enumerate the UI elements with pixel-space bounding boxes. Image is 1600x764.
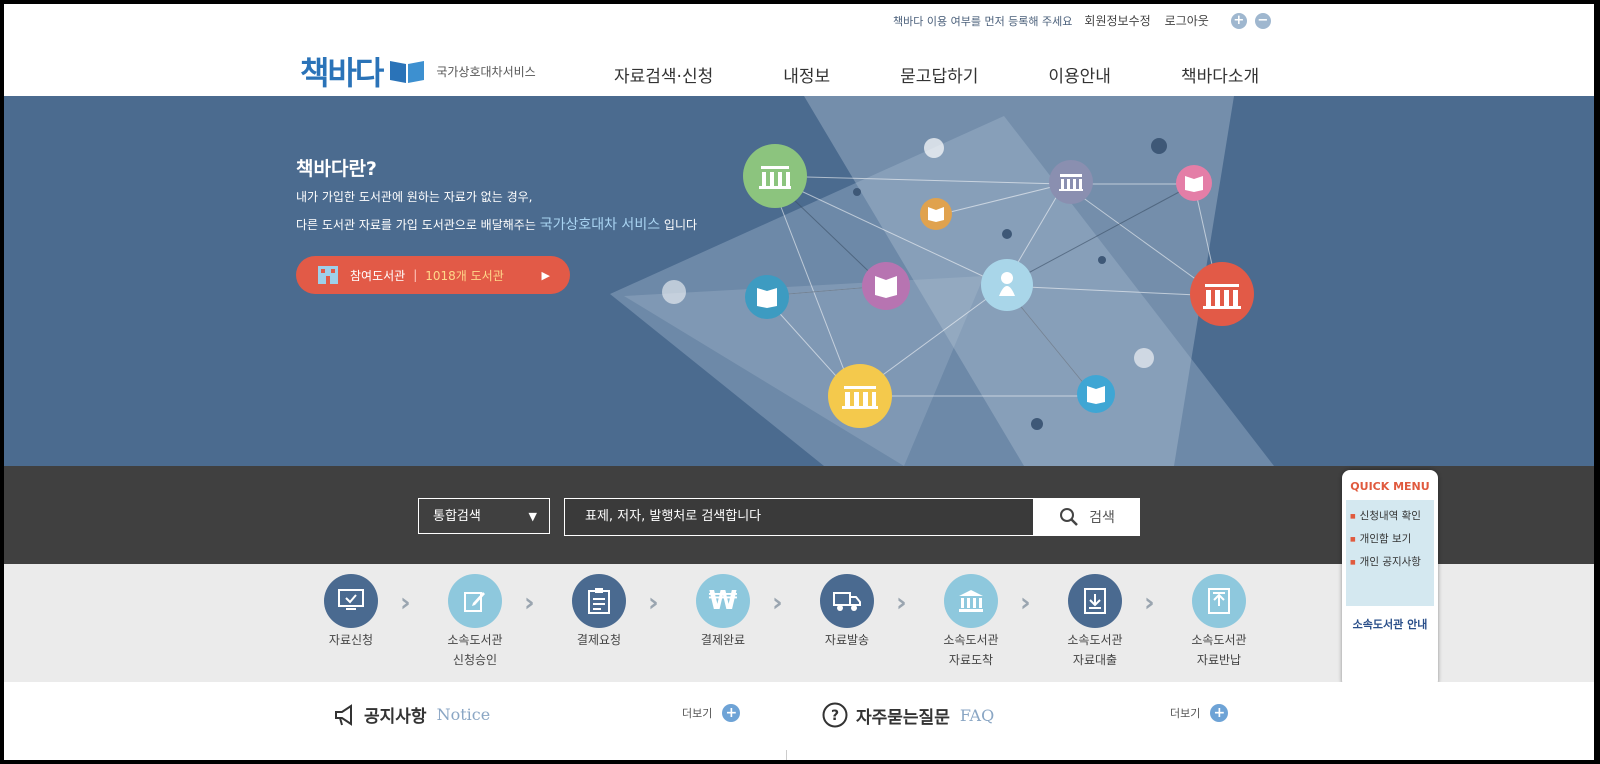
question-icon: ? — [822, 702, 848, 728]
notice-more-label: 더보기 — [682, 707, 713, 720]
step-label: 자료신청 — [328, 633, 374, 647]
chevron-right-icon: › — [400, 588, 411, 618]
notice-title-en: Notice — [436, 705, 491, 724]
search-button[interactable]: 검색 — [1034, 498, 1140, 536]
hero-description-line1: 내가 가입한 도서관에 원하는 자료가 없는 경우, — [296, 190, 533, 204]
notice-heading: 공지사항 Notice — [334, 702, 490, 727]
search-type-value: 통합검색 — [433, 509, 481, 524]
step-return[interactable]: 소속도서관 자료반납 — [1164, 574, 1274, 668]
faq-title: 자주묻는질문 — [856, 707, 950, 728]
upload-box-icon — [1192, 574, 1246, 628]
step-label-2: 신청승인 — [452, 653, 498, 667]
top-notice: 책바다 이용 여부를 먼저 등록해 주세요 — [893, 14, 1073, 28]
monitor-check-icon — [324, 574, 378, 628]
step-label: 자료발송 — [824, 633, 870, 647]
hero-desc2-highlight: 국가상호대차 서비스 — [539, 217, 661, 233]
zoom-in-button[interactable]: + — [1230, 12, 1247, 29]
quick-item-requests[interactable]: 신청내역 확인 — [1350, 508, 1434, 523]
search-icon — [1060, 508, 1078, 526]
nav-item-myinfo[interactable]: 내정보 — [783, 62, 830, 87]
logo-subtitle: 국가상호대차서비스 — [436, 64, 536, 79]
truck-icon — [820, 574, 874, 628]
book-logo-icon — [390, 61, 425, 83]
hero-desc2-post: 입니다 — [663, 218, 698, 232]
megaphone-icon — [335, 703, 352, 726]
step-label: 소속도서관 — [1191, 633, 1247, 647]
step-label: 결제완료 — [700, 633, 746, 647]
chevron-right-icon: › — [648, 588, 659, 618]
step-loan[interactable]: 소속도서관 자료대출 — [1040, 574, 1150, 668]
faq-more-link[interactable]: 더보기 + — [1170, 704, 1229, 722]
search-button-label: 검색 — [1089, 510, 1115, 526]
building-icon — [318, 266, 338, 284]
quick-item-mailbox[interactable]: 개인함 보기 — [1350, 531, 1434, 546]
zoom-out-button[interactable]: − — [1254, 12, 1271, 29]
won-icon: ₩ — [696, 574, 750, 628]
nav-item-qna[interactable]: 묻고답하기 — [900, 62, 978, 87]
nav-item-guide[interactable]: 이용안내 — [1048, 62, 1111, 87]
search-input[interactable]: 표제, 저자, 발행처로 검색합니다 — [564, 498, 1034, 536]
main-nav: 자료검색·신청 내정보 묻고답하기 이용안내 책바다소개 — [614, 62, 1259, 87]
step-label: 소속도서관 — [1067, 633, 1123, 647]
faq-more-label: 더보기 — [1170, 707, 1201, 720]
notice-title: 공지사항 — [364, 707, 427, 727]
faq-title-en: FAQ — [959, 705, 995, 725]
chevron-right-icon: › — [1020, 588, 1031, 618]
step-label: 소속도서관 — [943, 633, 999, 647]
library-btn-separator: | — [413, 268, 418, 282]
quick-item-personal-notice[interactable]: 개인 공지사항 — [1350, 554, 1434, 569]
step-label-2: 자료도착 — [948, 653, 994, 667]
step-label-2: 자료반납 — [1196, 653, 1242, 667]
nav-item-about[interactable]: 책바다소개 — [1181, 62, 1259, 87]
step-payment-request[interactable]: 결제요청 — [544, 574, 654, 652]
chevron-right-icon: › — [1144, 588, 1155, 618]
step-label: 결제요청 — [576, 633, 622, 647]
member-edit-link[interactable]: 회원정보수정 — [1084, 12, 1150, 29]
participating-libraries-button[interactable]: 참여도서관 | 1018개 도서관 ▶ — [296, 256, 570, 294]
hero-banner: 책바다란? 내가 가입한 도서관에 원하는 자료가 없는 경우, 다른 도서관 … — [4, 96, 1594, 466]
svg-text:?: ? — [831, 708, 839, 724]
notice-more-link[interactable]: 더보기 + — [682, 704, 741, 722]
logout-link[interactable]: 로그아웃 — [1165, 12, 1209, 29]
caret-down-icon: ▼ — [528, 510, 537, 523]
quick-menu: QUICK MENU 신청내역 확인 개인함 보기 개인 공지사항 소속도서관 … — [1342, 470, 1438, 688]
step-approval[interactable]: 소속도서관 신청승인 — [420, 574, 530, 668]
nav-item-search[interactable]: 자료검색·신청 — [614, 62, 713, 87]
library-icon — [944, 574, 998, 628]
plus-icon: + — [1210, 704, 1229, 722]
chevron-right-icon: › — [896, 588, 907, 618]
edit-icon — [448, 574, 502, 628]
step-shipping[interactable]: 자료발송 — [792, 574, 902, 652]
quick-menu-title: QUICK MENU — [1350, 480, 1430, 493]
step-request[interactable]: 자료신청 — [296, 574, 406, 652]
site-logo[interactable]: 책바다 국가상호대차서비스 — [300, 48, 536, 94]
step-arrival[interactable]: 소속도서관 자료도착 — [916, 574, 1026, 668]
plus-icon: + — [722, 704, 741, 722]
play-icon: ▶ — [541, 268, 550, 282]
library-count: 1018개 도서관 — [425, 268, 504, 283]
logo-wordmark: 책바다 — [300, 54, 384, 92]
clipboard-icon — [572, 574, 626, 628]
library-btn-label: 참여도서관 — [350, 268, 406, 283]
search-type-select[interactable]: 통합검색 ▼ — [418, 498, 550, 534]
board-divider — [786, 750, 787, 760]
boards-section: 공지사항 Notice 더보기 + ? 자주묻는질문 FAQ 더보기 + — [4, 682, 1594, 760]
step-label: 소속도서관 — [447, 633, 503, 647]
hero-desc2-pre: 다른 도서관 자료를 가입 도서관으로 배달해주는 — [296, 218, 536, 232]
download-box-icon — [1068, 574, 1122, 628]
quick-item-library-info[interactable]: 소속도서관 안내 — [1342, 616, 1438, 632]
page-frame: 책바다 이용 여부를 먼저 등록해 주세요 회원정보수정 로그아웃 + − 책바… — [4, 4, 1594, 760]
chevron-right-icon: › — [524, 588, 535, 618]
utility-bar: 책바다 이용 여부를 먼저 등록해 주세요 회원정보수정 로그아웃 + − — [893, 12, 1271, 29]
hero-description-line2: 다른 도서관 자료를 가입 도서관으로 배달해주는 국가상호대차 서비스 입니다 — [296, 214, 697, 234]
quick-menu-list: 신청내역 확인 개인함 보기 개인 공지사항 — [1346, 500, 1434, 606]
hero-title: 책바다란? — [296, 158, 377, 180]
step-payment-complete[interactable]: ₩ 결제완료 — [668, 574, 778, 652]
step-label-2: 자료대출 — [1072, 653, 1118, 667]
faq-heading: ? 자주묻는질문 FAQ — [822, 702, 994, 728]
library-network-illustration — [610, 96, 1274, 466]
chevron-right-icon: › — [772, 588, 783, 618]
